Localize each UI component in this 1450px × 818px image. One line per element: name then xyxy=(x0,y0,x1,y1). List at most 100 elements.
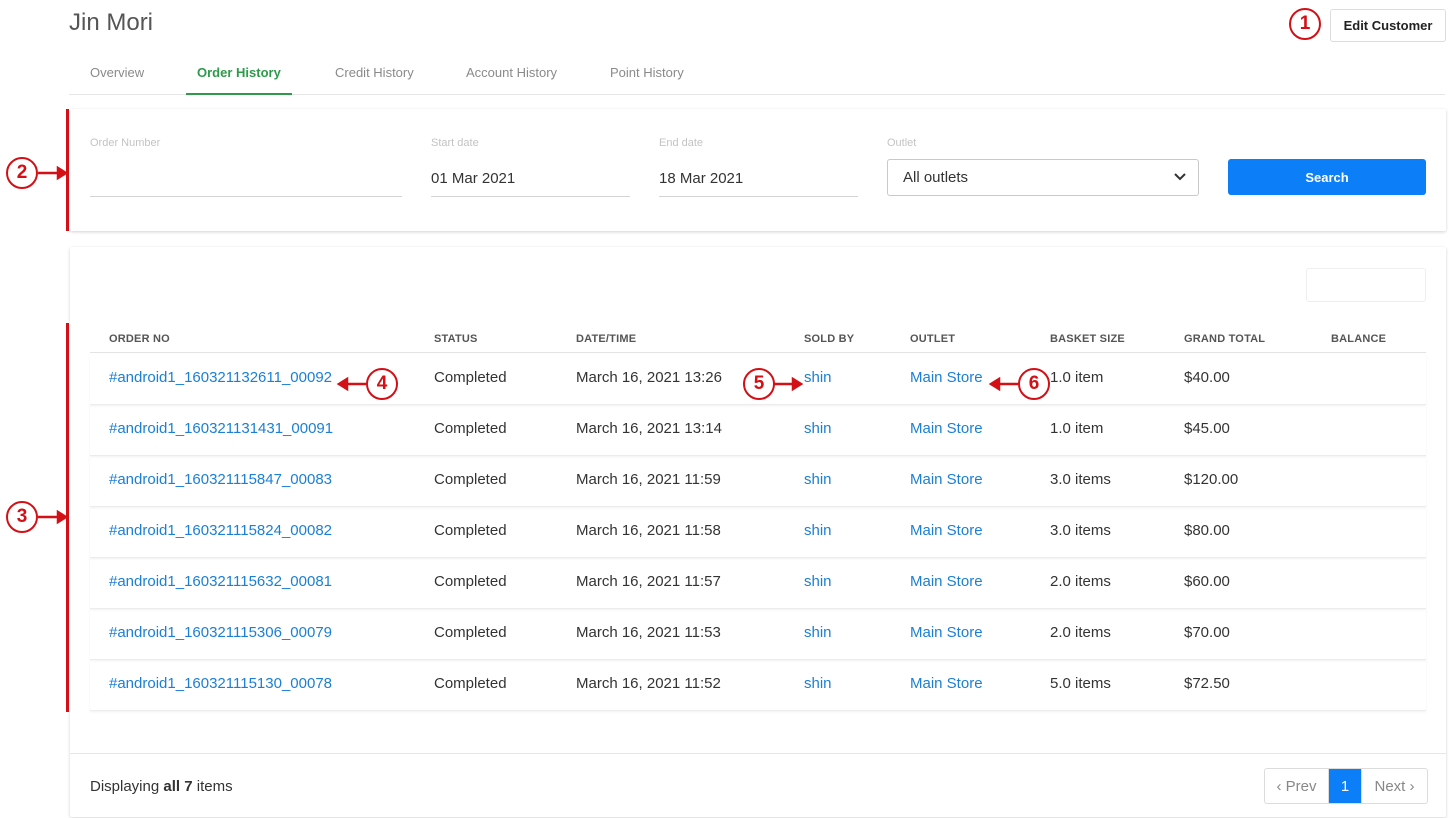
table-header: ORDER NO STATUS DATE/TIME SOLD BY OUTLET… xyxy=(90,326,1426,353)
annotation-marker-4: 4 xyxy=(366,368,398,400)
datetime-cell: March 16, 2021 11:57 xyxy=(576,573,721,590)
annotation-bracket-table xyxy=(66,323,69,712)
basket-size-cell: 1.0 item xyxy=(1050,369,1104,386)
basket-size-cell: 3.0 items xyxy=(1050,471,1111,488)
outlet-label: Outlet xyxy=(887,137,917,149)
table-body: #android1_160321132611_00092 Completed M… xyxy=(90,354,1426,711)
annotation-marker-3: 3 xyxy=(6,501,38,533)
order-number-label: Order Number xyxy=(90,137,161,149)
status-cell: Completed xyxy=(434,420,507,437)
column-header-basket-size: BASKET SIZE xyxy=(1050,333,1125,345)
tab-account-history[interactable]: Account History xyxy=(466,65,557,95)
outlet-link[interactable]: Main Store xyxy=(910,420,983,437)
item-count-prefix: Displaying xyxy=(90,778,160,795)
status-cell: Completed xyxy=(434,675,507,692)
order-number-link[interactable]: #android1_160321115306_00079 xyxy=(109,624,332,641)
column-header-balance: BALANCE xyxy=(1331,333,1387,345)
outlet-link[interactable]: Main Store xyxy=(910,471,983,488)
status-cell: Completed xyxy=(434,573,507,590)
annotation-marker-2: 2 xyxy=(6,157,38,189)
annotation-marker-1: 1 xyxy=(1289,8,1321,40)
tab-order-history[interactable]: Order History xyxy=(186,65,292,95)
grand-total-cell: $72.50 xyxy=(1184,675,1230,692)
sold-by-link[interactable]: shin xyxy=(804,369,832,386)
outlet-link[interactable]: Main Store xyxy=(910,624,983,641)
outlet-link[interactable]: Main Store xyxy=(910,675,983,692)
next-page-button[interactable]: Next › xyxy=(1361,769,1427,803)
order-number-input[interactable] xyxy=(90,165,402,197)
sold-by-link[interactable]: shin xyxy=(804,471,832,488)
prev-page-button[interactable]: ‹ Prev xyxy=(1265,769,1329,803)
order-number-link[interactable]: #android1_160321115130_00078 xyxy=(109,675,332,692)
item-count-suffix: items xyxy=(196,778,233,795)
order-history-panel: ORDER NO STATUS DATE/TIME SOLD BY OUTLET… xyxy=(70,247,1446,817)
grand-total-cell: $45.00 xyxy=(1184,420,1230,437)
basket-size-cell: 2.0 items xyxy=(1050,573,1111,590)
start-date-label: Start date xyxy=(431,137,479,149)
search-button[interactable]: Search xyxy=(1228,159,1426,195)
grand-total-cell: $80.00 xyxy=(1184,522,1230,539)
table-row: #android1_160321115130_00078 Completed M… xyxy=(90,660,1426,711)
end-date-input[interactable]: 18 Mar 2021 xyxy=(659,165,858,197)
column-header-grand-total: GRAND TOTAL xyxy=(1184,333,1266,345)
datetime-cell: March 16, 2021 11:52 xyxy=(576,675,721,692)
order-number-link[interactable]: #android1_160321115632_00081 xyxy=(109,573,332,590)
outlet-link[interactable]: Main Store xyxy=(910,369,983,386)
outlet-select[interactable]: All outlets xyxy=(887,159,1199,196)
sold-by-link[interactable]: shin xyxy=(804,624,832,641)
grand-total-cell: $120.00 xyxy=(1184,471,1239,488)
end-date-label: End date xyxy=(659,137,704,149)
filter-panel: Order Number Start date 01 Mar 2021 End … xyxy=(70,109,1446,231)
edit-customer-button[interactable]: Edit Customer xyxy=(1330,9,1446,42)
status-cell: Completed xyxy=(434,369,507,386)
sold-by-link[interactable]: shin xyxy=(804,522,832,539)
order-number-link[interactable]: #android1_160321131431_00091 xyxy=(109,420,333,437)
basket-size-cell: 2.0 items xyxy=(1050,624,1111,641)
status-cell: Completed xyxy=(434,624,507,641)
table-row: #android1_160321115306_00079 Completed M… xyxy=(90,609,1426,660)
grand-total-cell: $70.00 xyxy=(1184,624,1230,641)
item-count-text: Displaying all 7 items xyxy=(90,778,233,795)
grand-total-cell: $60.00 xyxy=(1184,573,1230,590)
outlet-link[interactable]: Main Store xyxy=(910,522,983,539)
table-row: #android1_160321115847_00083 Completed M… xyxy=(90,456,1426,507)
tab-overview[interactable]: Overview xyxy=(90,65,144,95)
column-header-sold-by: SOLD BY xyxy=(804,333,855,345)
order-number-link[interactable]: #android1_160321115847_00083 xyxy=(109,471,332,488)
start-date-input[interactable]: 01 Mar 2021 xyxy=(431,165,630,197)
tab-credit-history[interactable]: Credit History xyxy=(335,65,414,95)
item-count-value: all 7 xyxy=(163,778,193,795)
order-number-link[interactable]: #android1_160321132611_00092 xyxy=(109,369,332,386)
status-cell: Completed xyxy=(434,471,507,488)
annotation-marker-6: 6 xyxy=(1018,368,1050,400)
table-row: #android1_160321115824_00082 Completed M… xyxy=(90,507,1426,558)
tab-point-history[interactable]: Point History xyxy=(610,65,684,95)
annotation-bracket-filters xyxy=(66,109,69,231)
column-header-status: STATUS xyxy=(434,333,478,345)
datetime-cell: March 16, 2021 11:58 xyxy=(576,522,721,539)
basket-size-cell: 5.0 items xyxy=(1050,675,1111,692)
order-number-link[interactable]: #android1_160321115824_00082 xyxy=(109,522,332,539)
chevron-down-icon xyxy=(1174,173,1186,181)
sold-by-link[interactable]: shin xyxy=(804,675,832,692)
column-header-order-no: ORDER NO xyxy=(109,333,170,345)
page-1-button[interactable]: 1 xyxy=(1329,769,1361,803)
column-header-datetime: DATE/TIME xyxy=(576,333,637,345)
basket-size-cell: 3.0 items xyxy=(1050,522,1111,539)
export-button[interactable] xyxy=(1306,268,1426,302)
basket-size-cell: 1.0 item xyxy=(1050,420,1104,437)
tab-bar: Overview Order History Credit History Ac… xyxy=(69,55,1445,95)
pagination: ‹ Prev 1 Next › xyxy=(1264,768,1428,804)
sold-by-link[interactable]: shin xyxy=(804,420,832,437)
column-header-outlet: OUTLET xyxy=(910,333,956,345)
outlet-link[interactable]: Main Store xyxy=(910,573,983,590)
status-cell: Completed xyxy=(434,522,507,539)
table-row: #android1_160321115632_00081 Completed M… xyxy=(90,558,1426,609)
datetime-cell: March 16, 2021 11:59 xyxy=(576,471,721,488)
datetime-cell: March 16, 2021 11:53 xyxy=(576,624,721,641)
page-title: Jin Mori xyxy=(69,9,154,36)
sold-by-link[interactable]: shin xyxy=(804,573,832,590)
grand-total-cell: $40.00 xyxy=(1184,369,1230,386)
datetime-cell: March 16, 2021 13:26 xyxy=(576,369,722,386)
annotation-marker-5: 5 xyxy=(743,368,775,400)
